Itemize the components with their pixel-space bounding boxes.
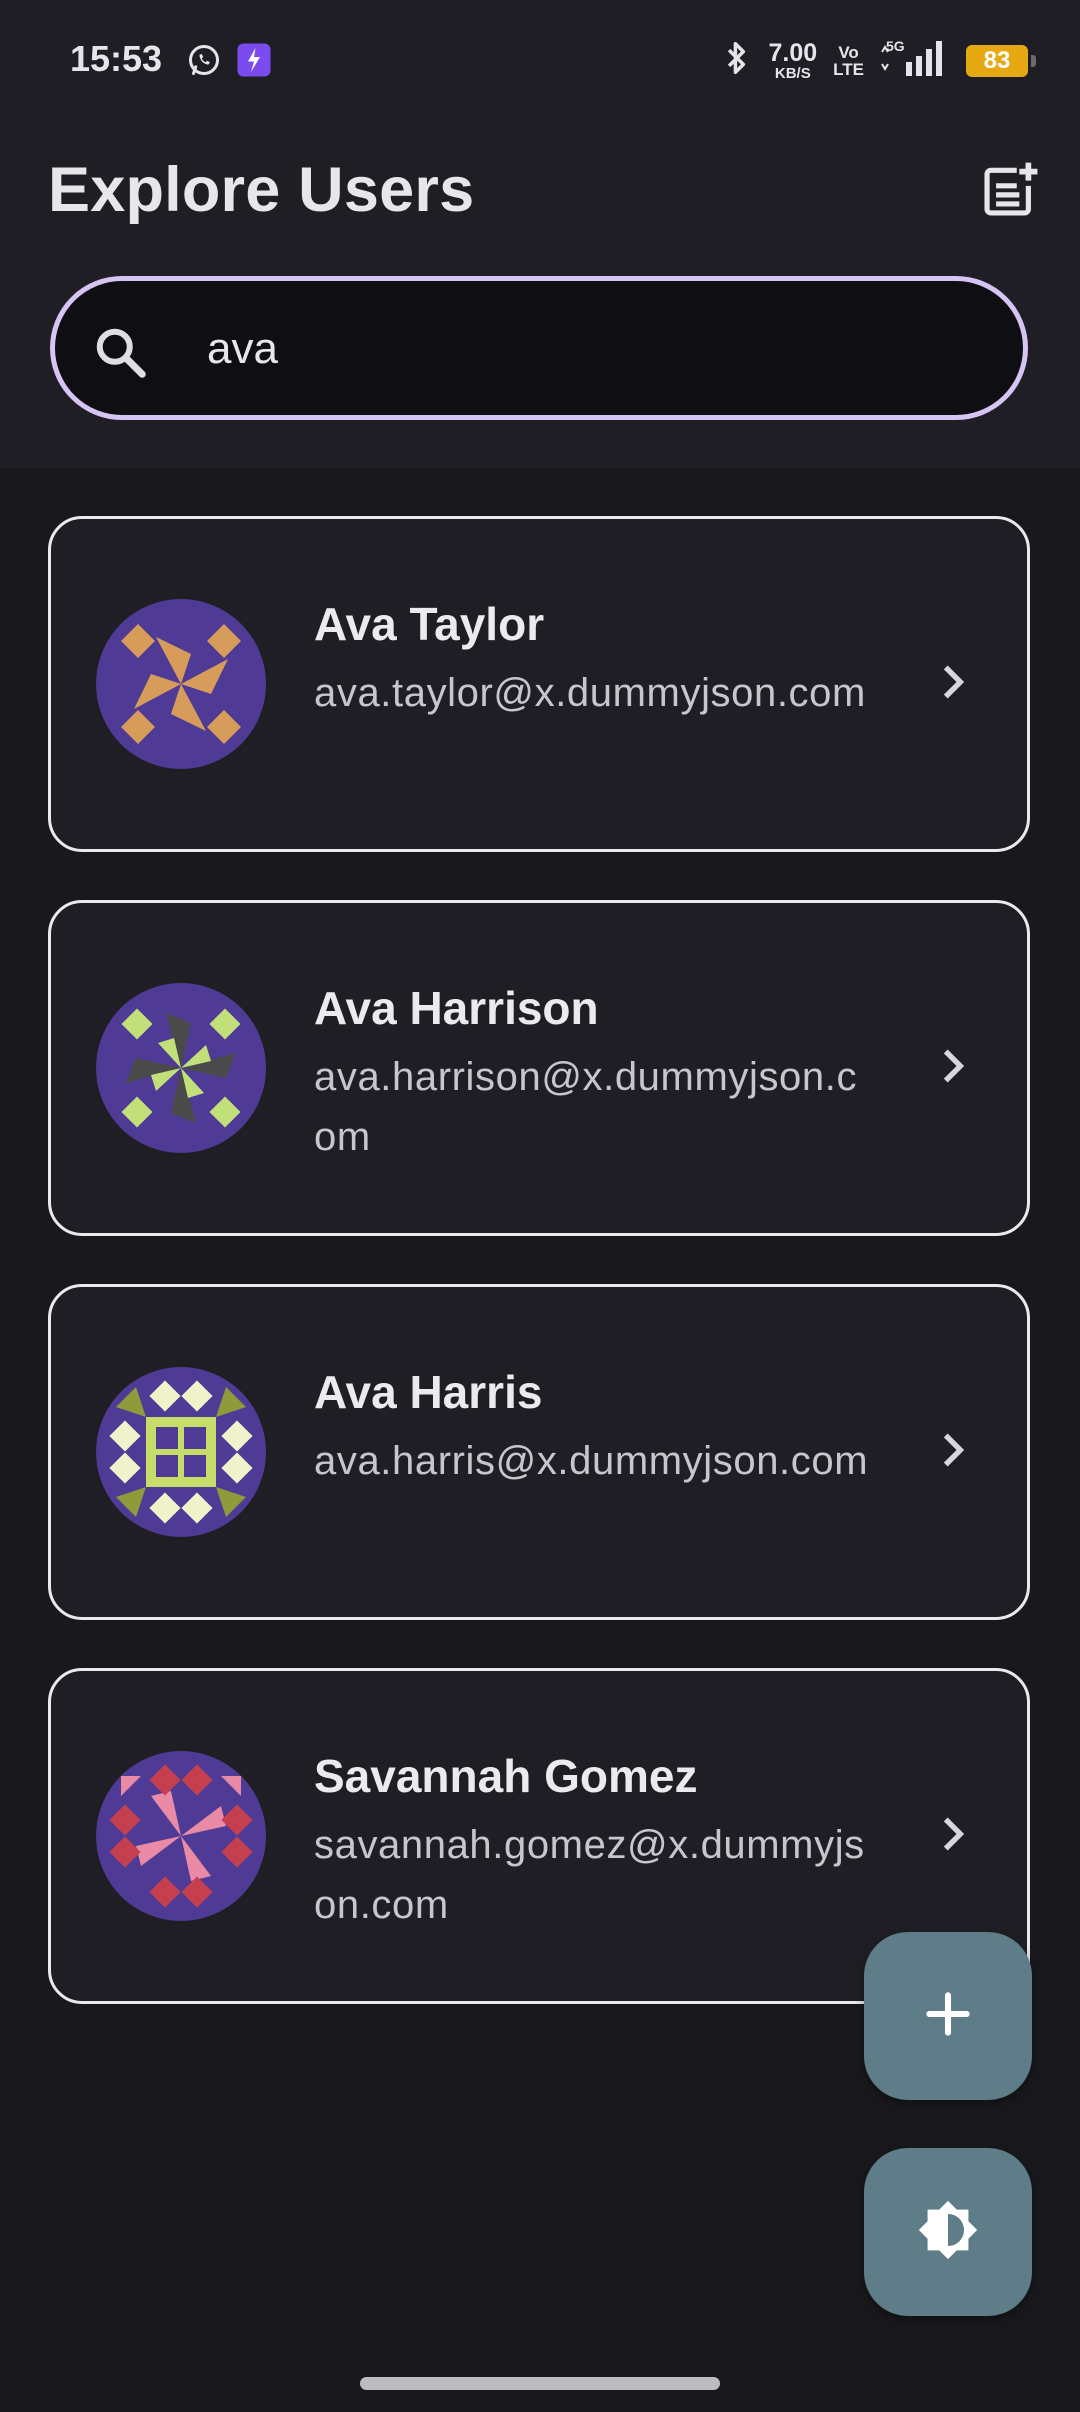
user-email: ava.harris@x.dummyjson.com [314,1439,869,1483]
search-bar[interactable] [50,276,1028,420]
home-indicator[interactable] [360,2377,720,2390]
status-bar: 15:53 7.00 KB/S Vo LTE 5G 83 [0,0,1080,120]
app-header: Explore Users [0,120,1080,468]
volte-top: Vo [838,42,859,62]
user-name: Ava Harris [314,1366,543,1418]
user-name: Savannah Gomez [314,1750,698,1802]
speed-value: 7.00 [768,38,818,67]
search-icon [91,323,151,388]
user-card[interactable]: Ava Harrison ava.harrison@x.dummyjson.co… [48,900,1030,1236]
volte-bottom: LTE [833,59,864,79]
network-speed: 7.00 KB/S [768,38,818,82]
signal-icon: 5G [880,38,950,83]
search-input[interactable] [205,311,969,387]
chevron-right-icon [927,1425,977,1480]
user-email: ava.taylor@x.dummyjson.com [314,671,866,715]
add-icon [920,1986,976,2047]
user-name: Ava Harrison [314,982,599,1034]
network-type: 5G [886,38,905,54]
status-notification-icons [186,42,272,83]
avatar [96,1367,266,1537]
bluetooth-icon [722,39,752,82]
chevron-right-icon [927,1041,977,1096]
avatar [96,1751,266,1921]
user-card[interactable]: Ava Taylor ava.taylor@x.dummyjson.com [48,516,1030,852]
speed-unit: KB/S [774,64,811,82]
battery-indicator: 83 [966,44,1036,77]
volte-indicator: Vo LTE [833,44,864,78]
brightness-toggle-icon [913,2195,983,2270]
whatsapp-icon [186,42,222,83]
note-add-button[interactable] [976,160,1042,226]
user-card[interactable]: Ava Harris ava.harris@x.dummyjson.com [48,1284,1030,1620]
note-add-icon [978,160,1040,227]
avatar [96,983,266,1153]
add-user-button[interactable] [864,1932,1032,2100]
status-right-group: 7.00 KB/S Vo LTE 5G 83 [722,38,1036,83]
avatar [96,599,266,769]
screen: 15:53 7.00 KB/S Vo LTE 5G 83 Explore Use… [0,0,1080,2412]
user-email: savannah.gomez@x.dummyjson.com [314,1823,865,1927]
user-email: ava.harrison@x.dummyjson.com [314,1055,858,1159]
chevron-right-icon [927,1809,977,1864]
app-notification-icon [236,42,272,83]
chevron-right-icon [927,657,977,712]
user-name: Ava Taylor [314,598,545,650]
theme-toggle-button[interactable] [864,2148,1032,2316]
status-time: 15:53 [70,38,163,79]
page-title: Explore Users [48,155,475,225]
